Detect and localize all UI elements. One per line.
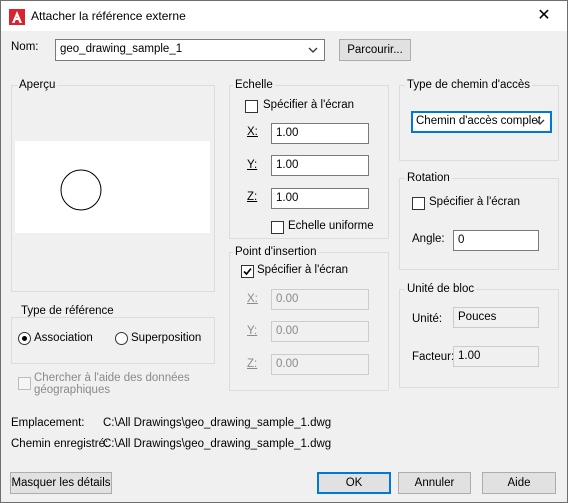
geo-locate-label-line1: Chercher à l'aide des données (34, 372, 190, 384)
unit-label: Unité: (412, 313, 443, 325)
saved-path-label: Chemin enregistré: (11, 438, 109, 450)
insertion-y-label: Y: (247, 325, 258, 337)
uniform-scale-checkbox[interactable] (271, 221, 284, 234)
saved-path-value: C:\All Drawings\geo_drawing_sample_1.dwg (103, 438, 332, 450)
name-dropdown[interactable]: geo_drawing_sample_1 (55, 39, 325, 61)
ok-button[interactable]: OK (317, 472, 391, 494)
angle-input[interactable]: 0 (453, 230, 539, 251)
help-button[interactable]: Aide (482, 472, 556, 494)
autocad-logo-icon (9, 9, 25, 25)
insertion-z-input[interactable]: 0.00 (271, 354, 369, 375)
geo-locate-checkbox[interactable] (18, 377, 31, 390)
block-unit-group (399, 289, 559, 388)
unit-value: Pouces (453, 307, 539, 328)
insertion-x-input[interactable]: 0.00 (271, 289, 369, 310)
close-icon[interactable]: ✕ (521, 1, 567, 31)
angle-label: Angle: (412, 233, 445, 245)
title-bar: Attacher la référence externe ✕ (1, 1, 567, 31)
scale-x-label: X: (247, 126, 258, 138)
overlay-label: Superposition (131, 332, 202, 344)
scale-label: Echelle (233, 79, 275, 91)
hide-details-button[interactable]: Masquer les détails (10, 472, 112, 494)
chevron-down-icon (535, 119, 545, 125)
preview-drawing (60, 169, 102, 211)
rotation-specify-label: Spécifier à l'écran (429, 196, 521, 208)
window-title: Attacher la référence externe (31, 9, 186, 23)
geo-locate-label-line2: géographiques (34, 384, 111, 396)
scale-z-input[interactable]: 1.00 (271, 188, 369, 209)
block-unit-label: Unité de bloc (405, 283, 477, 295)
reference-type-label: Type de référence (19, 305, 116, 317)
scale-specify-checkbox[interactable] (245, 100, 258, 113)
location-value: C:\All Drawings\geo_drawing_sample_1.dwg (103, 417, 332, 429)
cancel-button[interactable]: Annuler (398, 472, 471, 494)
insertion-point-label: Point d'insertion (233, 246, 319, 258)
rotation-label: Rotation (405, 172, 452, 184)
checkmark-icon (243, 267, 252, 276)
preview-canvas (15, 141, 210, 233)
scale-x-input[interactable]: 1.00 (271, 123, 369, 144)
factor-label: Facteur: (412, 351, 455, 363)
chevron-down-icon (308, 47, 318, 53)
name-label: Nom: (11, 41, 39, 53)
attachment-radio[interactable] (18, 332, 31, 345)
scale-y-input[interactable]: 1.00 (271, 155, 369, 176)
insertion-y-input[interactable]: 0.00 (271, 321, 369, 342)
scale-specify-label: Spécifier à l'écran (263, 99, 355, 111)
browse-button[interactable]: Parcourir... (339, 39, 411, 61)
rotation-group (399, 178, 559, 270)
uniform-scale-label: Echelle uniforme (288, 220, 374, 232)
path-type-label: Type de chemin d'accès (405, 79, 533, 91)
path-type-value: Chemin d'accès complet (416, 115, 541, 127)
scale-z-label: Z: (247, 191, 258, 203)
insertion-specify-checkbox[interactable] (241, 265, 254, 278)
factor-value: 1.00 (453, 346, 539, 367)
attach-xref-dialog: Attacher la référence externe ✕ Nom: geo… (0, 0, 568, 503)
scale-y-label: Y: (247, 159, 258, 171)
insertion-x-label: X: (247, 293, 258, 305)
insertion-z-label: Z: (247, 358, 258, 370)
overlay-radio[interactable] (115, 332, 128, 345)
path-type-dropdown[interactable]: Chemin d'accès complet (411, 111, 552, 133)
rotation-specify-checkbox[interactable] (412, 197, 425, 210)
location-label: Emplacement: (11, 417, 85, 429)
preview-label: Aperçu (17, 79, 58, 91)
insertion-specify-label: Spécifier à l'écran (257, 264, 349, 276)
attachment-label: Association (34, 332, 93, 344)
name-value: geo_drawing_sample_1 (60, 43, 183, 55)
